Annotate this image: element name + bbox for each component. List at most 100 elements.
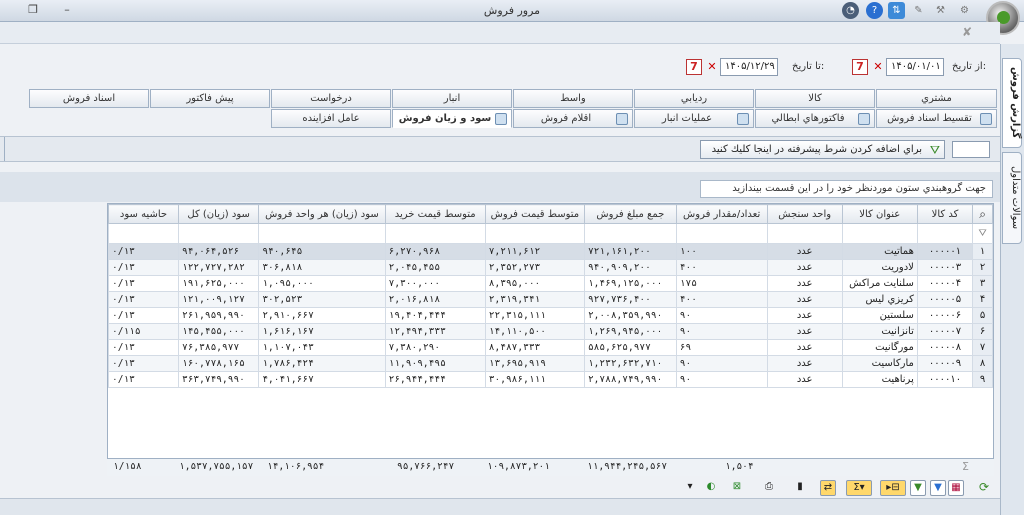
from-calendar-icon[interactable]: 7 (852, 59, 868, 75)
advanced-filter-button[interactable]: ⛛ براي اضافه كردن شرط پيشرفته در اينجا ك… (700, 140, 945, 159)
column-header[interactable]: تعداد/مقدار فروش (675, 204, 768, 224)
settings-icon[interactable]: ⚙ (956, 2, 973, 19)
clear-from-date-icon[interactable]: ✕ (872, 59, 884, 75)
green-filter-icon[interactable]: ▼ (910, 480, 926, 496)
dropdown-icon[interactable]: ▾ (682, 480, 698, 496)
table-row[interactable]: ۶ ۰۰۰۰۰۷ تانزانيت عدد ۹۰ ۱,۲۶۹,۹۴۵,۰۰۰ ۱۴,۱۱۰,… (108, 323, 993, 340)
group-icon[interactable]: ▸⊟ (880, 480, 906, 496)
tab-row1-0[interactable]: مشتري (876, 89, 997, 108)
filter-cell[interactable] (484, 223, 585, 244)
question-icon[interactable]: ? (866, 2, 883, 19)
export-icon[interactable]: ⇄ (820, 480, 836, 496)
table-row[interactable]: ۱ ۰۰۰۰۰۱ هماتيت عدد ۱۰۰ ۷۲۱,۱۶۱,۲۰۰ ۷,۲۱۱,۶۱۲ ۶… (108, 243, 993, 260)
tab-row2-label: تقسيط اسناد فروش (887, 113, 972, 124)
tab-row1-1[interactable]: كالا (755, 89, 875, 108)
view-icon[interactable]: ◐ (700, 480, 722, 496)
sigma-icon[interactable]: Σ▾ (846, 480, 872, 496)
table-row[interactable]: ۵ ۰۰۰۰۰۶ سلستين عدد ۹۰ ۲,۰۰۸,۳۵۹,۹۹۰ ۲۲,۳۱۵,۱۱… (108, 307, 993, 324)
filter-cell[interactable] (766, 223, 843, 244)
filter-cell[interactable] (258, 223, 386, 244)
refresh-icon[interactable]: ⟳ (976, 480, 992, 496)
tab-icon (858, 113, 870, 125)
chart-icon[interactable]: ▮ (792, 480, 808, 496)
tab-row2-0[interactable]: تقسيط اسناد فروش (876, 109, 997, 128)
filter-cell[interactable] (583, 223, 677, 244)
filter-cell[interactable] (108, 223, 179, 244)
table-row[interactable]: ۴ ۰۰۰۰۰۵ كريزي ليس عدد ۴۰۰ ۹۲۷,۷۳۶,۴۰۰ ۲,۳۱۹,۳… (108, 291, 993, 308)
side-tab-faq[interactable]: سوالات متداول (1002, 152, 1022, 244)
tab-row1-7[interactable]: اسناد فروش (29, 89, 149, 108)
row-filter-icon[interactable]: ⛛ (972, 223, 993, 244)
filter-cell[interactable] (675, 223, 768, 244)
column-header[interactable]: حاشيه سود (108, 204, 179, 224)
tab-row2-1[interactable]: فاكتورهاي ابطالي (755, 109, 875, 128)
cell-margin: ۰/۱۳ (108, 355, 179, 372)
tab-row1-6[interactable]: پيش فاكتور (150, 89, 270, 108)
tab-row2-4[interactable]: سود و زيان فروش (392, 109, 512, 128)
filter-cell[interactable] (177, 223, 260, 244)
help-icon[interactable]: ◔ (842, 2, 859, 19)
table-row[interactable]: ۷ ۰۰۰۰۰۸ مورگانيت عدد ۶۹ ۵۸۵,۶۲۵,۹۷۷ ۸,۴۸۷,۳۳۳… (108, 339, 993, 356)
column-header[interactable]: عنوان كالا (841, 204, 918, 224)
tab-row1-2[interactable]: رديابي (634, 89, 754, 108)
advanced-filter-box[interactable] (952, 141, 990, 158)
tool-icon[interactable]: ⚒ (932, 2, 949, 19)
table-row[interactable]: ۳ ۰۰۰۰۰۴ سلنايت مراكش عدد ۱۷۵ ۱,۴۶۹,۱۲۵,۰۰۰ ۸,… (108, 275, 993, 292)
minimize-button[interactable]: – (60, 4, 74, 18)
cell-unit_profit: ۱,۱۰۷,۰۴۳ (258, 339, 386, 356)
total-unit-profit: ۱۴,۱۰۶,۹۵۴ (267, 461, 325, 472)
total-margin: ۱/۱۵۸ (113, 461, 142, 472)
filter-cell[interactable] (384, 223, 486, 244)
column-header[interactable]: متوسط قيمت فروش (484, 204, 585, 224)
tab-row2-5[interactable]: عامل افزاينده (271, 109, 391, 128)
tab-row1-5[interactable]: درخواست (271, 89, 391, 108)
columns-icon[interactable]: ▦ (948, 480, 964, 496)
filter-cell[interactable] (841, 223, 918, 244)
side-tab-sales-report[interactable]: گزارش فروش (1002, 58, 1022, 148)
row-index: ۶ (972, 323, 993, 340)
to-calendar-icon[interactable]: 7 (686, 59, 702, 75)
column-header[interactable]: سود (زيان) هر واحد فروش (258, 204, 386, 224)
filter-cell[interactable] (916, 223, 974, 244)
tab-row1-4[interactable]: انبار (392, 89, 512, 108)
row-index: ۷ (972, 339, 993, 356)
tab-row1-label: واسط (560, 93, 586, 104)
column-header[interactable]: كد كالا (916, 204, 974, 224)
to-date-input[interactable]: ۱۴۰۵/۱۲/۲۹ (720, 58, 778, 76)
tab-row1-label: كالا (808, 93, 822, 104)
clear-filter-icon[interactable]: ✘ (962, 25, 976, 39)
column-header[interactable]: واحد سنجش (766, 204, 843, 224)
edit-icon[interactable]: ✎ (910, 2, 927, 19)
cell-code: ۰۰۰۰۰۵ (916, 291, 974, 308)
print-icon[interactable]: ⎙ (758, 480, 780, 496)
cell-unit: عدد (766, 243, 843, 260)
table-row[interactable]: ۹ ۰۰۰۰۱۰ پرناهيت عدد ۹۰ ۲,۷۸۸,۷۴۹,۹۹۰ ۳۰,۹۸۶,۱… (108, 371, 993, 388)
cell-total_profit: ۲۶۱,۹۵۹,۹۹۰ (177, 307, 260, 324)
cell-margin: ۰/۱۳ (108, 307, 179, 324)
cell-total_profit: ۱۶۰,۷۷۸,۱۶۵ (177, 355, 260, 372)
from-date-input[interactable]: ۱۴۰۵/۰۱/۰۱ (886, 58, 944, 76)
table-row[interactable]: ۲ ۰۰۰۰۰۳ لادوريت عدد ۴۰۰ ۹۴۰,۹۰۹,۲۰۰ ۲,۳۵۲,۲۷۳… (108, 259, 993, 276)
excel-icon[interactable]: ⊠ (726, 480, 748, 496)
tab-row2-3[interactable]: اقلام فروش (513, 109, 633, 128)
cell-total_profit: ۱۹۱,۶۲۵,۰۰۰ (177, 275, 260, 292)
filter-icon[interactable]: ▼ (930, 480, 946, 496)
tab-row1-3[interactable]: واسط (513, 89, 633, 108)
column-header[interactable]: جمع مبلغ فروش (583, 204, 677, 224)
cell-qty: ۹۰ (675, 355, 768, 372)
search-header[interactable]: ⌕ (972, 204, 993, 224)
clear-to-date-icon[interactable]: ✕ (706, 59, 718, 75)
cell-total_profit: ۳۶۳,۷۴۹,۹۹۰ (177, 371, 260, 388)
column-header[interactable]: متوسط قيمت خريد (384, 204, 486, 224)
restore-button[interactable]: ❐ (26, 4, 40, 18)
cell-name: ماركاسيت (841, 355, 918, 372)
column-header[interactable]: سود (زيان) كل (177, 204, 260, 224)
cell-total: ۲,۰۰۸,۳۵۹,۹۹۰ (583, 307, 677, 324)
sync-icon[interactable]: ⇅ (888, 2, 905, 19)
cell-code: ۰۰۰۰۰۷ (916, 323, 974, 340)
table-row[interactable]: ۸ ۰۰۰۰۰۹ ماركاسيت عدد ۹۰ ۱,۲۳۲,۶۳۲,۷۱۰ ۱۳,۶۹۵,… (108, 355, 993, 372)
cell-unit_profit: ۲,۹۱۰,۶۶۷ (258, 307, 386, 324)
cell-code: ۰۰۰۰۰۱ (916, 243, 974, 260)
tab-row2-2[interactable]: عمليات انبار (634, 109, 754, 128)
cell-total: ۱,۲۶۹,۹۴۵,۰۰۰ (583, 323, 677, 340)
